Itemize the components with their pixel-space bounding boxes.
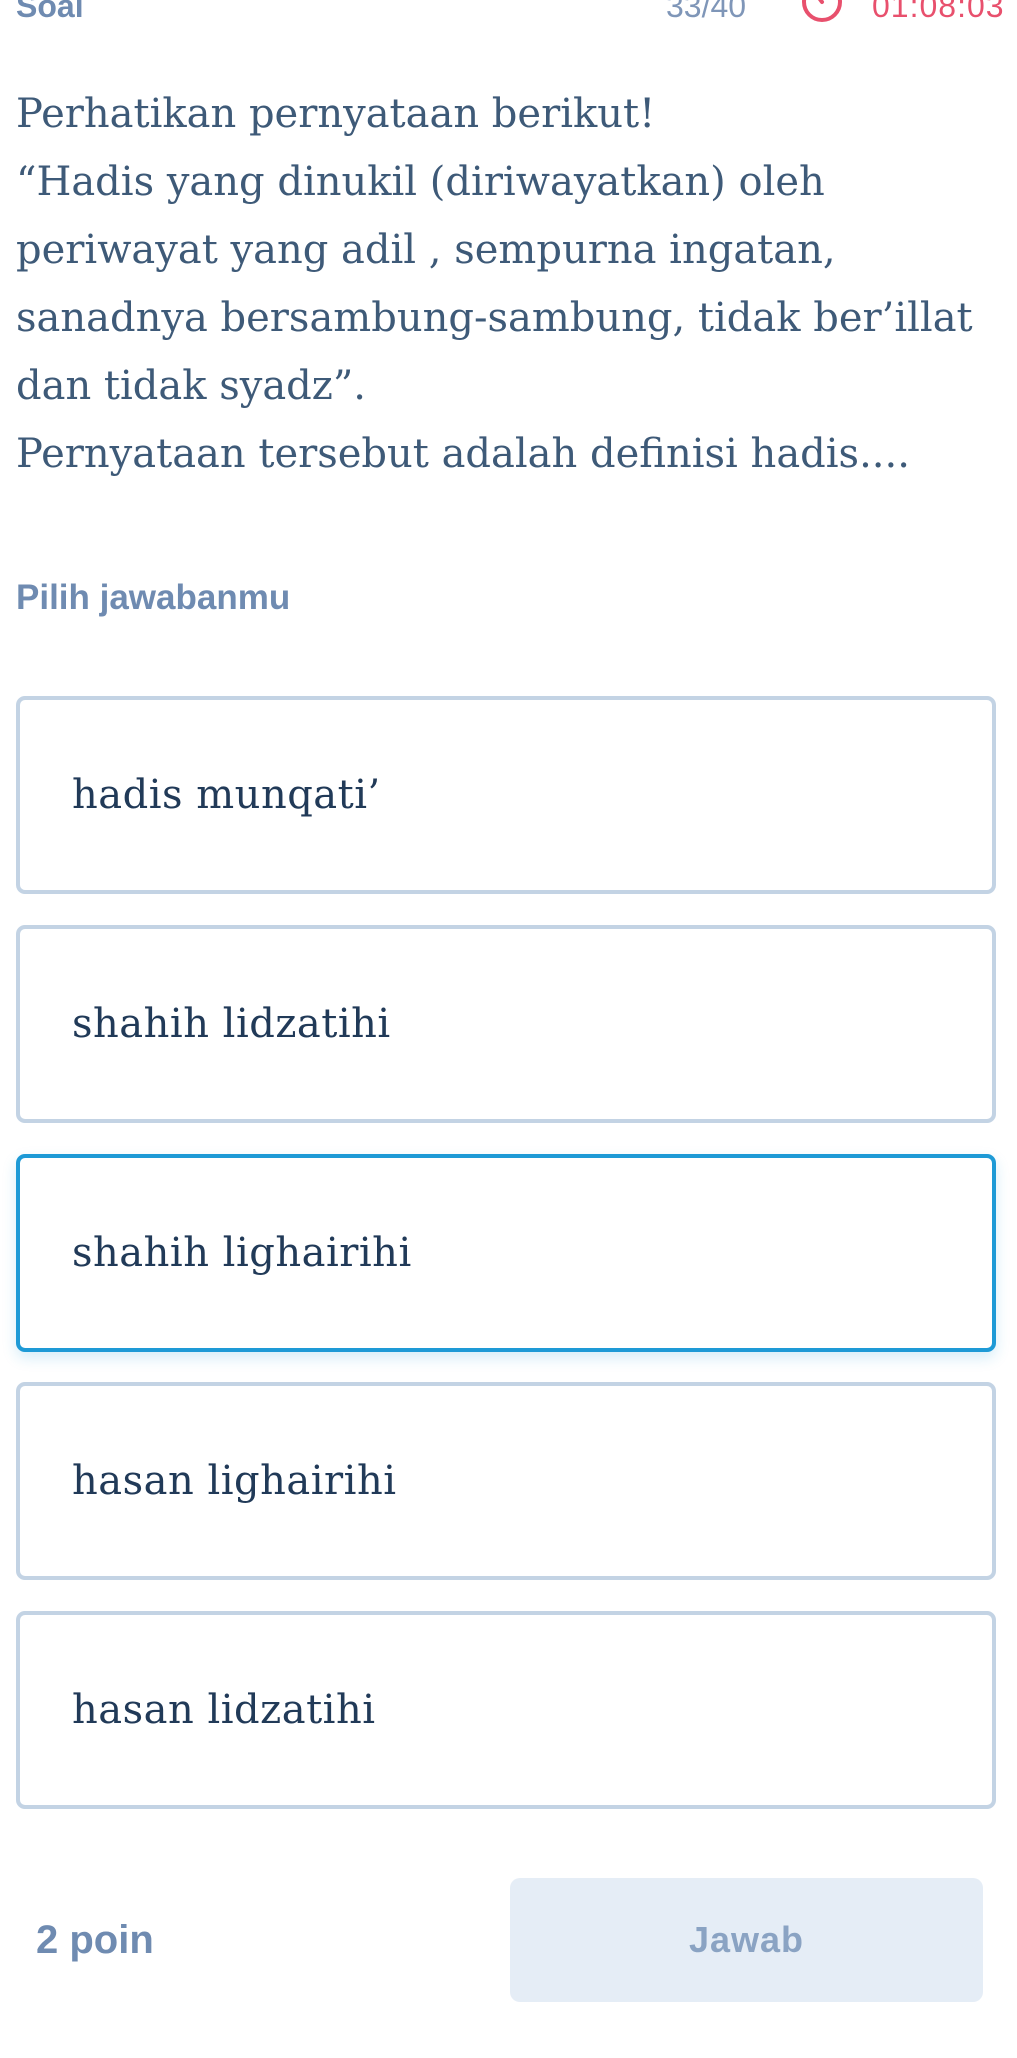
- points-label: 2 poin: [36, 1918, 154, 1962]
- answer-option-label: hasan lidzatihi: [72, 1687, 376, 1733]
- question-line: Perhatikan pernyataan berikut!: [16, 91, 656, 137]
- answer-option[interactable]: hadis munqati’: [16, 696, 996, 894]
- question-line: Pernyataan tersebut adalah definisi hadi…: [16, 431, 910, 477]
- quiz-header: Soal 33/40 01:08:03: [0, 0, 1017, 30]
- question-label: Soal: [16, 0, 84, 24]
- answer-option[interactable]: hasan lidzatihi: [16, 1611, 996, 1809]
- answer-option[interactable]: shahih lidzatihi: [16, 925, 996, 1123]
- answer-option-label: shahih lidzatihi: [72, 1001, 391, 1047]
- answer-option-label: shahih lighairihi: [72, 1230, 412, 1276]
- question-text: Perhatikan pernyataan berikut! “Hadis ya…: [16, 80, 1001, 488]
- question-progress: 33/40: [666, 0, 747, 24]
- question-line: “Hadis yang dinukil (diriwayatkan) oleh …: [16, 159, 973, 409]
- answer-option[interactable]: hasan lighairihi: [16, 1382, 996, 1580]
- answer-prompt: Pilih jawabanmu: [16, 578, 291, 617]
- timer: 01:08:03: [872, 0, 1005, 24]
- answer-option-selected[interactable]: shahih lighairihi: [16, 1154, 996, 1352]
- submit-answer-button[interactable]: Jawab: [510, 1878, 983, 2002]
- answer-option-label: hadis munqati’: [72, 772, 381, 818]
- clock-icon: [802, 0, 842, 22]
- answer-option-label: hasan lighairihi: [72, 1458, 397, 1504]
